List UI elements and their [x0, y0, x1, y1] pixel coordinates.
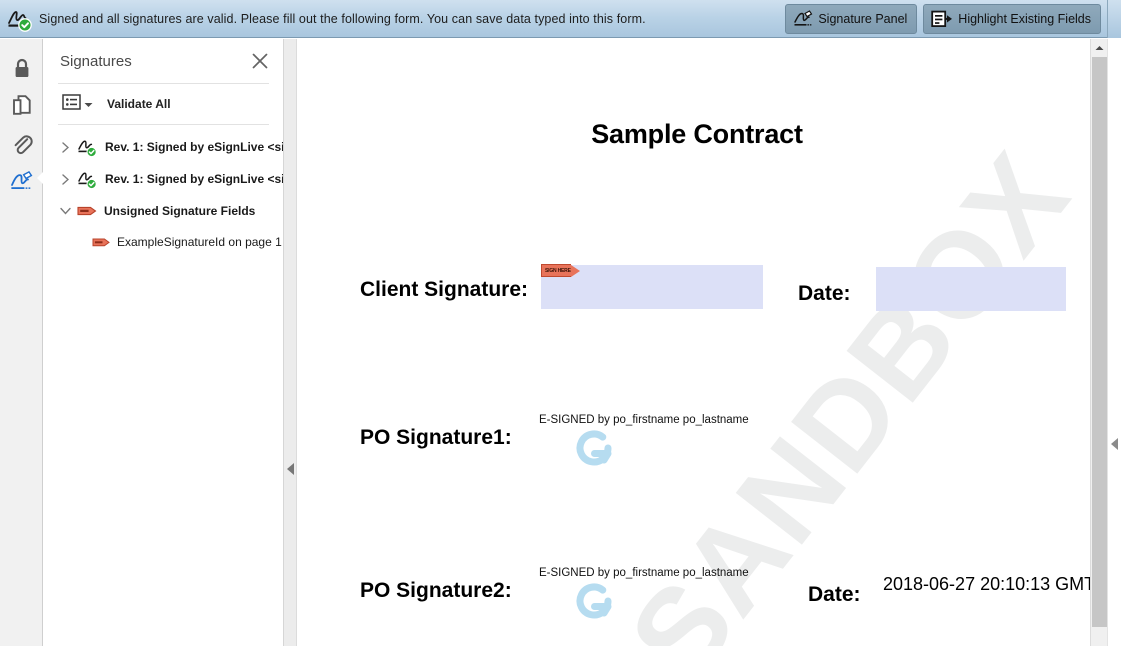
- vertical-scrollbar[interactable]: [1090, 39, 1108, 646]
- unsigned-field-icon: [92, 236, 112, 249]
- scroll-up-arrow-icon[interactable]: [1091, 39, 1108, 56]
- chevron-right-icon[interactable]: [58, 172, 72, 186]
- po-signature2-date-label: Date:: [808, 583, 861, 606]
- tree-row[interactable]: Rev. 1: Signed by eSignLive <sig: [44, 131, 283, 163]
- signature-valid-icon: [5, 5, 33, 33]
- signatures-panel-title: Signatures: [60, 52, 132, 70]
- panel-splitter[interactable]: [284, 39, 297, 646]
- tree-row[interactable]: ExampleSignatureId on page 1: [44, 227, 283, 257]
- sidebar-item-page-thumbnails[interactable]: [0, 89, 43, 127]
- lock-icon: [12, 57, 32, 84]
- po-signature1-label: PO Signature1:: [360, 426, 512, 449]
- sign-here-tag[interactable]: SIGN HERE: [541, 264, 580, 277]
- signatures-tree: Rev. 1: Signed by eSignLive <sig Rev. 1:…: [44, 125, 283, 257]
- sign-here-tag-label: SIGN HERE: [545, 267, 571, 274]
- close-icon[interactable]: [249, 50, 271, 72]
- client-date-label: Date:: [798, 282, 851, 305]
- document-page: SANDBOX Sample Contract Client Signature…: [297, 46, 1097, 646]
- chevron-down-icon[interactable]: [84, 95, 93, 113]
- sign-here-tag-point: [570, 264, 580, 277]
- client-signature-label: Client Signature:: [360, 278, 529, 301]
- highlight-existing-fields-button[interactable]: Highlight Existing Fields: [923, 3, 1101, 34]
- client-date-field[interactable]: [876, 267, 1066, 311]
- unsigned-field-icon: [77, 204, 99, 218]
- collapse-right-arrow-icon[interactable]: [1111, 438, 1118, 450]
- sign-here-tag-body: SIGN HERE: [541, 264, 571, 277]
- po-signature2-label: PO Signature2:: [360, 579, 512, 602]
- list-validate-icon: [62, 93, 81, 115]
- highlight-fields-button-label: Highlight Existing Fields: [958, 11, 1091, 26]
- sidebar-item-security-lock[interactable]: [0, 51, 43, 89]
- pdf-viewer-window: Signed and all signatures are valid. Ple…: [0, 0, 1121, 646]
- tree-row[interactable]: Rev. 1: Signed by eSignLive <sig: [44, 163, 283, 195]
- esign-swirl-icon: [568, 575, 620, 632]
- signature-panel-button[interactable]: Signature Panel: [785, 3, 918, 34]
- pages-icon: [11, 94, 33, 123]
- tree-item-label: ExampleSignatureId on page 1: [117, 235, 282, 249]
- tree-item-label: Rev. 1: Signed by eSignLive <sig: [105, 172, 283, 186]
- esign-swirl-icon: [568, 422, 620, 479]
- chevron-down-icon[interactable]: [58, 204, 72, 218]
- highlight-fields-icon: [931, 10, 953, 28]
- signature-pen-icon: [10, 170, 34, 198]
- collapse-left-arrow-icon[interactable]: [287, 463, 294, 475]
- sidebar-item-attachments[interactable]: [0, 127, 43, 165]
- signatures-panel-header: Signatures: [44, 39, 283, 83]
- tree-row[interactable]: Unsigned Signature Fields: [44, 195, 283, 227]
- validate-icon-group: [62, 93, 93, 115]
- document-viewport[interactable]: SANDBOX Sample Contract Client Signature…: [297, 39, 1107, 646]
- validate-all-label: Validate All: [107, 97, 171, 111]
- signature-notification-bar: Signed and all signatures are valid. Ple…: [0, 0, 1121, 38]
- signature-valid-icon: [77, 137, 100, 157]
- po-signature2-date-value: 2018-06-27 20:10:13 GMT: [883, 574, 1096, 594]
- signature-valid-icon: [77, 169, 100, 189]
- tree-item-label: Rev. 1: Signed by eSignLive <sig: [105, 140, 283, 154]
- notification-text: Signed and all signatures are valid. Ple…: [39, 11, 646, 26]
- signature-panel-button-label: Signature Panel: [818, 11, 908, 26]
- left-icon-rail: [0, 39, 44, 646]
- right-panel-collapse-bar[interactable]: [1107, 39, 1121, 646]
- chevron-right-icon[interactable]: [58, 140, 72, 154]
- page-title: Sample Contract: [591, 119, 803, 149]
- paperclip-icon: [11, 132, 33, 161]
- signature-pen-icon: [793, 9, 813, 28]
- scrollbar-thumb[interactable]: [1092, 57, 1107, 627]
- tree-item-label: Unsigned Signature Fields: [104, 204, 256, 218]
- validate-all-button[interactable]: Validate All: [44, 84, 283, 124]
- msgbar-endcap: [1107, 0, 1121, 38]
- sidebar-item-signatures[interactable]: [0, 165, 44, 203]
- signatures-panel: Signatures Validate All Rev. 1: Signed b…: [44, 39, 284, 646]
